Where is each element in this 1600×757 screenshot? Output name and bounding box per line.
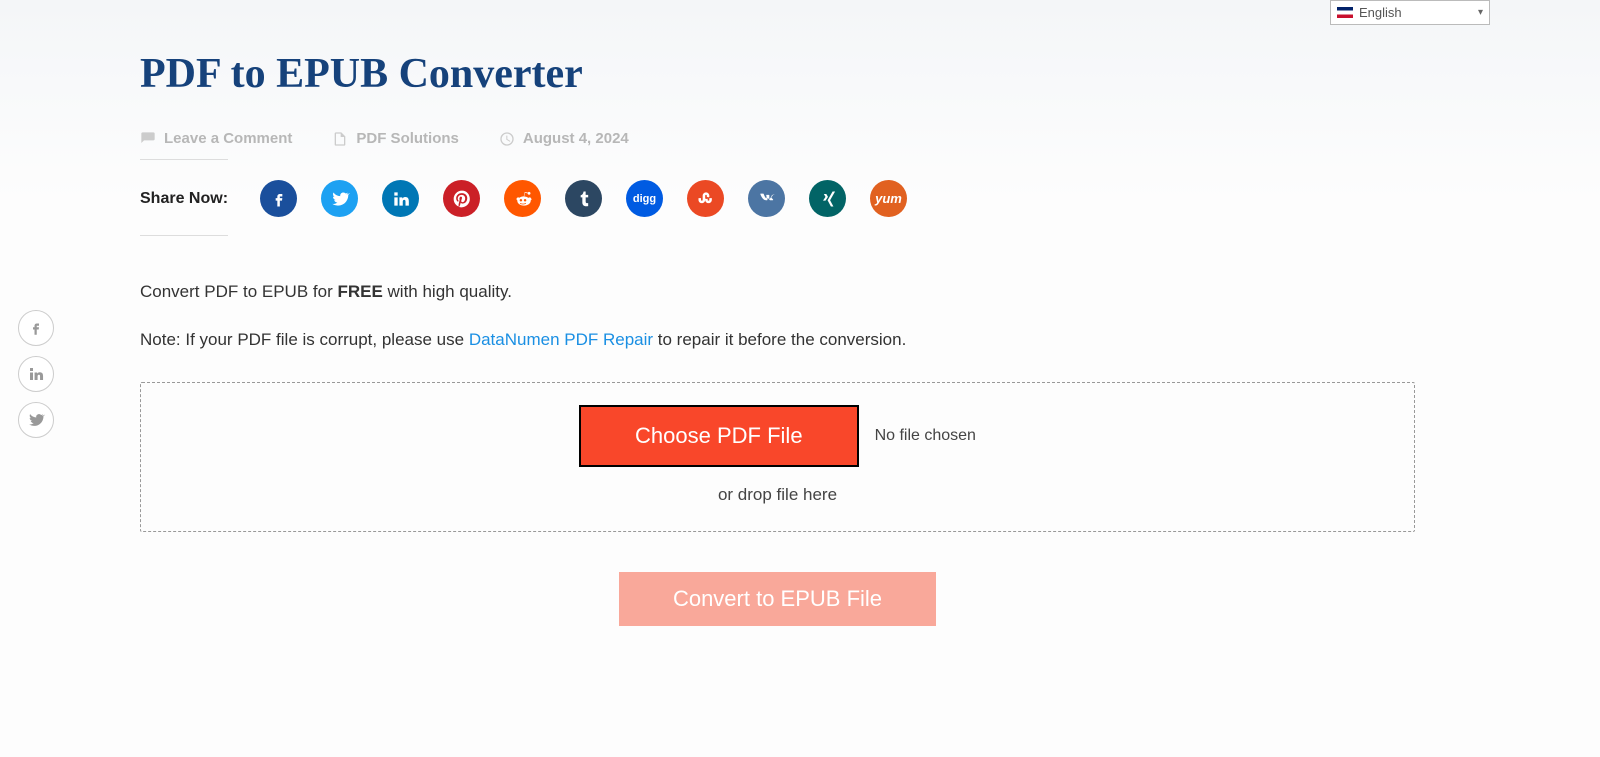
share-tumblr-icon[interactable] <box>565 180 602 217</box>
meta-comment-link[interactable]: Leave a Comment <box>140 130 292 147</box>
meta-date: August 4, 2024 <box>499 130 629 147</box>
share-vk-icon[interactable] <box>748 180 785 217</box>
note-prefix: Note: If your PDF file is corrupt, pleas… <box>140 330 469 349</box>
rail-twitter-icon[interactable] <box>18 402 54 438</box>
share-facebook-icon[interactable] <box>260 180 297 217</box>
share-linkedin-icon[interactable] <box>382 180 419 217</box>
share-row: Share Now: digg yum <box>140 180 1415 217</box>
language-label: English <box>1359 5 1402 20</box>
divider <box>140 235 228 236</box>
intro-text: Convert PDF to EPUB for FREE with high q… <box>140 282 1415 302</box>
share-pinterest-icon[interactable] <box>443 180 480 217</box>
note-text: Note: If your PDF file is corrupt, pleas… <box>140 330 1415 350</box>
document-icon <box>332 131 348 147</box>
choose-file-button[interactable]: Choose PDF File <box>579 405 859 467</box>
intro-bold: FREE <box>337 282 382 301</box>
note-suffix: to repair it before the conversion. <box>653 330 906 349</box>
meta-category-link[interactable]: PDF Solutions <box>332 130 459 147</box>
meta-comment-label: Leave a Comment <box>164 130 292 147</box>
intro-suffix: with high quality. <box>383 282 512 301</box>
clock-icon <box>499 131 515 147</box>
share-digg-icon[interactable]: digg <box>626 180 663 217</box>
share-icons-container: digg yum <box>260 180 907 217</box>
share-stumbleupon-icon[interactable] <box>687 180 724 217</box>
meta-date-label: August 4, 2024 <box>523 130 629 147</box>
divider <box>140 159 228 160</box>
share-yummly-icon[interactable]: yum <box>870 180 907 217</box>
intro-prefix: Convert PDF to EPUB for <box>140 282 337 301</box>
page-title: PDF to EPUB Converter <box>140 50 1415 98</box>
share-twitter-icon[interactable] <box>321 180 358 217</box>
left-share-rail <box>18 310 54 438</box>
share-label: Share Now: <box>140 190 228 208</box>
share-xing-icon[interactable] <box>809 180 846 217</box>
drop-hint: or drop file here <box>151 485 1404 505</box>
share-reddit-icon[interactable] <box>504 180 541 217</box>
rail-facebook-icon[interactable] <box>18 310 54 346</box>
flag-en-icon <box>1337 7 1353 18</box>
meta-category-label: PDF Solutions <box>356 130 459 147</box>
rail-linkedin-icon[interactable] <box>18 356 54 392</box>
language-selector[interactable]: English ▾ <box>1330 0 1490 25</box>
note-repair-link[interactable]: DataNumen PDF Repair <box>469 330 653 349</box>
main-content: PDF to EPUB Converter Leave a Comment PD… <box>140 0 1415 626</box>
file-dropzone[interactable]: Choose PDF File No file chosen or drop f… <box>140 382 1415 532</box>
convert-button[interactable]: Convert to EPUB File <box>619 572 936 626</box>
comment-icon <box>140 131 156 147</box>
chevron-down-icon: ▾ <box>1478 7 1483 18</box>
post-meta: Leave a Comment PDF Solutions August 4, … <box>140 130 1415 147</box>
file-status: No file chosen <box>875 427 976 445</box>
